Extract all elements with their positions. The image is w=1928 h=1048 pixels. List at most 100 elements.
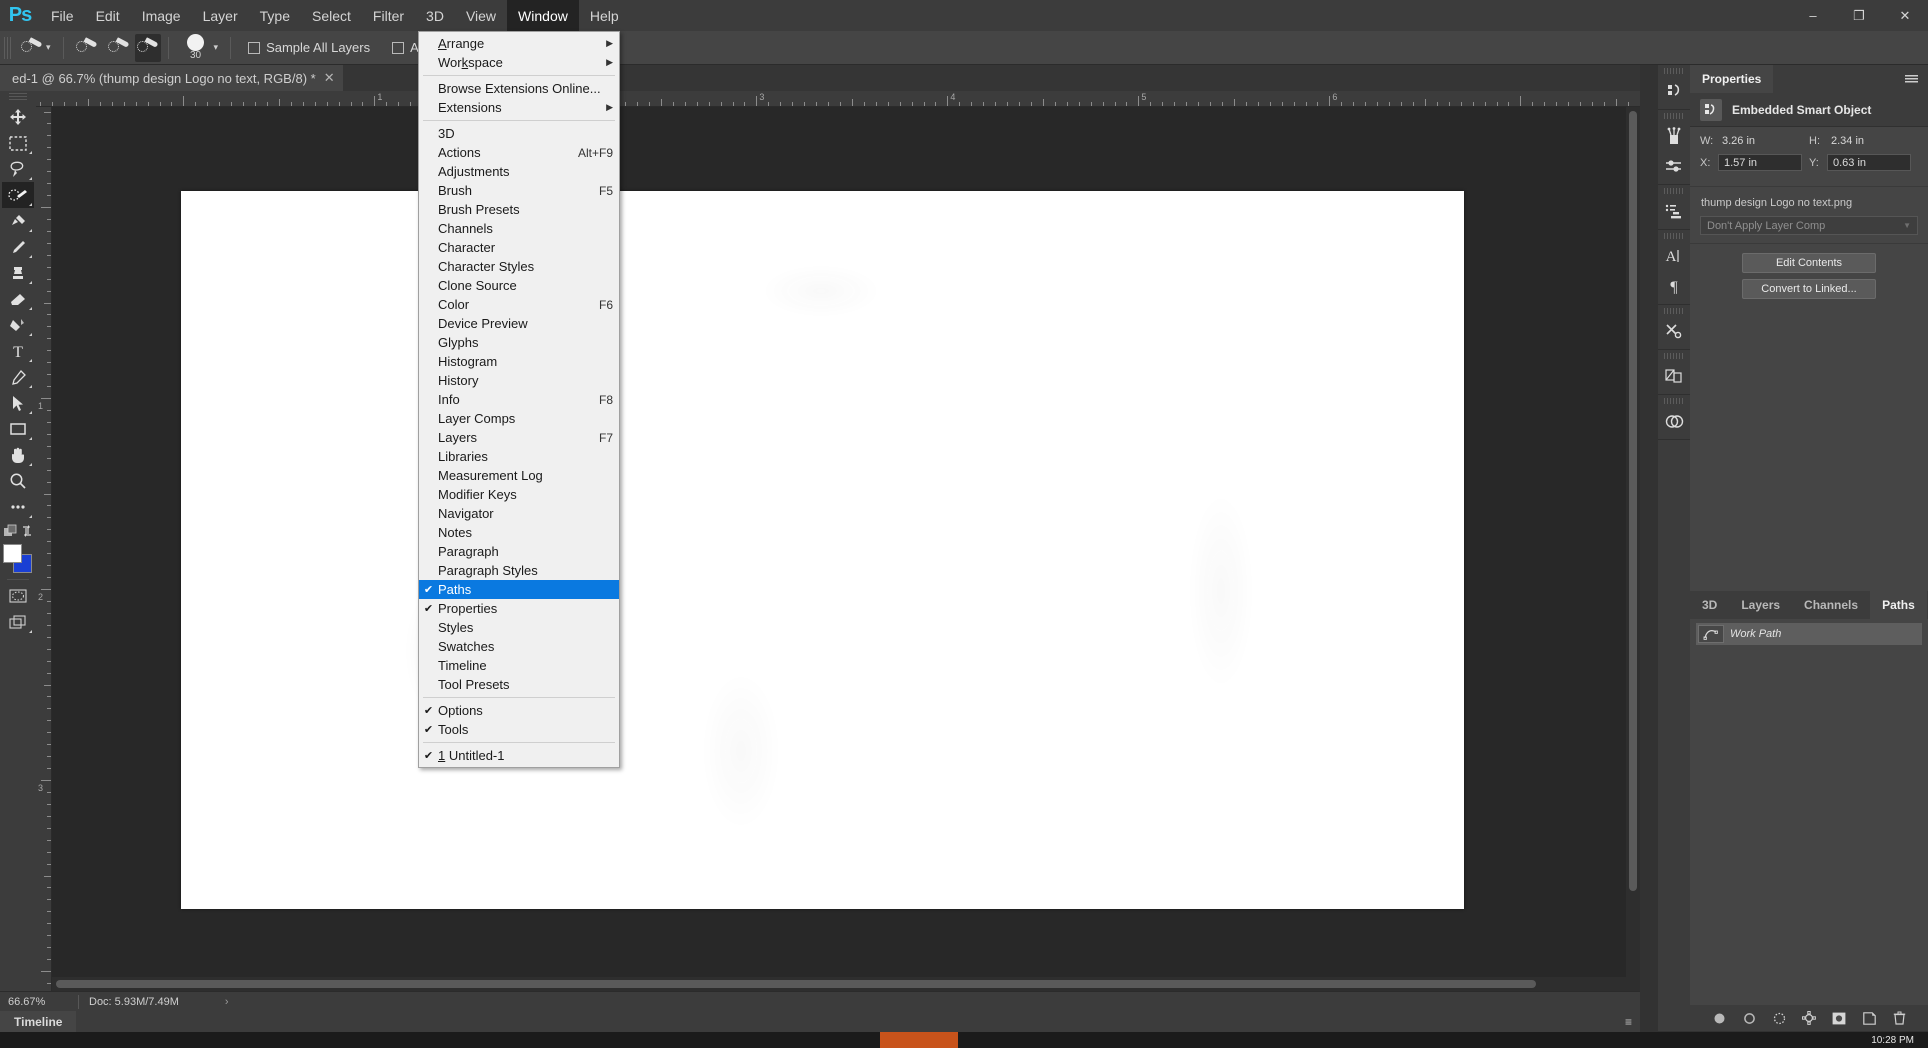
- menu-item-brush[interactable]: BrushF5: [419, 181, 619, 200]
- load-selection-icon[interactable]: [1771, 1010, 1787, 1026]
- menu-edit[interactable]: Edit: [85, 0, 131, 31]
- edit-toolbar-button[interactable]: [2, 494, 34, 520]
- menu-item-browse-extensions-online[interactable]: Browse Extensions Online...: [419, 79, 619, 98]
- canvas-vertical-scrollbar[interactable]: [1626, 107, 1640, 991]
- tools-panel-grip[interactable]: [9, 93, 27, 101]
- canvas-horizontal-scrollbar[interactable]: [52, 977, 1626, 991]
- subtract-from-selection-button[interactable]: [135, 34, 161, 62]
- gradient-tool[interactable]: [2, 312, 34, 338]
- tab-channels[interactable]: Channels: [1792, 591, 1870, 619]
- menu-item-tool-presets[interactable]: Tool Presets: [419, 675, 619, 694]
- menu-item-arrange[interactable]: Arrange▶: [419, 34, 619, 53]
- crop-tool[interactable]: [2, 208, 34, 234]
- color-swatches[interactable]: [2, 544, 34, 576]
- menu-select[interactable]: Select: [301, 0, 362, 31]
- panel-grip[interactable]: [1664, 233, 1684, 239]
- maximize-button[interactable]: ❐: [1836, 0, 1882, 31]
- zoom-tool[interactable]: [2, 468, 34, 494]
- taskbar-active-app[interactable]: [880, 1032, 958, 1048]
- status-expand-icon[interactable]: ›: [225, 996, 229, 1008]
- menu-help[interactable]: Help: [579, 0, 630, 31]
- panel-grip[interactable]: [1664, 398, 1684, 404]
- panel-grip[interactable]: [1664, 308, 1684, 314]
- menu-image[interactable]: Image: [131, 0, 192, 31]
- menu-type[interactable]: Type: [249, 0, 301, 31]
- timeline-menu-icon[interactable]: ≡: [1625, 1015, 1632, 1029]
- menu-item-options[interactable]: ✔Options: [419, 701, 619, 720]
- menu-item-adjustments[interactable]: Adjustments: [419, 162, 619, 181]
- menu-item-brush-presets[interactable]: Brush Presets: [419, 200, 619, 219]
- tab-properties[interactable]: Properties: [1690, 65, 1773, 93]
- menu-view[interactable]: View: [455, 0, 507, 31]
- tool-presets-icon[interactable]: [1658, 316, 1690, 346]
- menu-item-measurement-log[interactable]: Measurement Log: [419, 466, 619, 485]
- menu-item-modifier-keys[interactable]: Modifier Keys: [419, 485, 619, 504]
- scrollbar-thumb[interactable]: [1629, 111, 1637, 891]
- menu-item-timeline[interactable]: Timeline: [419, 656, 619, 675]
- menu-item-navigator[interactable]: Navigator: [419, 504, 619, 523]
- move-tool[interactable]: [2, 104, 34, 130]
- tool-preset-picker[interactable]: ▾: [16, 34, 56, 62]
- menu-item-history[interactable]: History: [419, 371, 619, 390]
- eraser-tool[interactable]: [2, 286, 34, 312]
- menu-item-character[interactable]: Character: [419, 238, 619, 257]
- menu-file[interactable]: File: [40, 0, 85, 31]
- menu-item-1-untitled-1[interactable]: ✔1 Untitled-1: [419, 746, 619, 765]
- menu-item-actions[interactable]: ActionsAlt+F9: [419, 143, 619, 162]
- histogram-icon[interactable]: [1658, 76, 1690, 106]
- panel-grip[interactable]: [1664, 353, 1684, 359]
- menu-item-styles[interactable]: Styles: [419, 618, 619, 637]
- brush-tool[interactable]: [2, 234, 34, 260]
- menu-item-channels[interactable]: Channels: [419, 219, 619, 238]
- tab-layers[interactable]: Layers: [1729, 591, 1792, 619]
- brushes-icon[interactable]: [1658, 121, 1690, 151]
- clone-stamp-tool[interactable]: [2, 260, 34, 286]
- edit-contents-button[interactable]: Edit Contents: [1742, 253, 1876, 273]
- clone-source-icon[interactable]: [1658, 196, 1690, 226]
- menu-item-swatches[interactable]: Swatches: [419, 637, 619, 656]
- tab-timeline[interactable]: Timeline: [0, 1011, 76, 1032]
- menu-item-layers[interactable]: LayersF7: [419, 428, 619, 447]
- paths-list-item[interactable]: Work Path: [1696, 623, 1922, 645]
- new-selection-button[interactable]: [71, 34, 103, 62]
- minimize-button[interactable]: –: [1790, 0, 1836, 31]
- adjustments-icon[interactable]: [1658, 151, 1690, 181]
- menu-item-glyphs[interactable]: Glyphs: [419, 333, 619, 352]
- panel-grip[interactable]: [1664, 68, 1684, 74]
- quick-mask-mode-button[interactable]: [2, 583, 34, 609]
- layer-comp-select[interactable]: Don't Apply Layer Comp ▼: [1700, 216, 1918, 235]
- menu-item-paths[interactable]: ✔Paths: [419, 580, 619, 599]
- panel-grip[interactable]: [1664, 113, 1684, 119]
- paragraph-icon[interactable]: ¶: [1658, 271, 1690, 301]
- menu-item-layer-comps[interactable]: Layer Comps: [419, 409, 619, 428]
- menu-item-paragraph-styles[interactable]: Paragraph Styles: [419, 561, 619, 580]
- menu-item-histogram[interactable]: Histogram: [419, 352, 619, 371]
- window-menu-dropdown[interactable]: Arrange▶Workspace▶ Browse Extensions Onli…: [418, 31, 620, 768]
- rectangle-tool[interactable]: [2, 416, 34, 442]
- screen-mode-button[interactable]: [2, 609, 34, 635]
- menu-3d[interactable]: 3D: [415, 0, 455, 31]
- menu-item-color[interactable]: ColorF6: [419, 295, 619, 314]
- menu-item-device-preview[interactable]: Device Preview: [419, 314, 619, 333]
- new-path-icon[interactable]: [1861, 1010, 1877, 1026]
- fill-path-icon[interactable]: [1711, 1010, 1727, 1026]
- canvas-area[interactable]: 123456 123: [36, 91, 1640, 991]
- convert-to-linked-button[interactable]: Convert to Linked...: [1742, 279, 1876, 299]
- quick-mask-and-swap-row[interactable]: [2, 520, 34, 542]
- make-work-path-icon[interactable]: [1801, 1010, 1817, 1026]
- path-selection-tool[interactable]: [2, 390, 34, 416]
- document-tab-close-icon[interactable]: ✕: [324, 70, 335, 86]
- vertical-ruler[interactable]: 123: [36, 107, 52, 991]
- menu-item-3d[interactable]: 3D: [419, 124, 619, 143]
- tab-3d[interactable]: 3D: [1690, 591, 1729, 619]
- menu-window[interactable]: Window: [507, 0, 579, 31]
- close-button[interactable]: ✕: [1882, 0, 1928, 31]
- foreground-color-swatch[interactable]: [3, 544, 22, 563]
- lasso-tool[interactable]: [2, 156, 34, 182]
- y-input[interactable]: 0.63 in: [1827, 154, 1911, 171]
- scrollbar-thumb[interactable]: [56, 980, 1536, 988]
- menu-item-notes[interactable]: Notes: [419, 523, 619, 542]
- options-bar-grip[interactable]: [4, 37, 13, 59]
- menu-item-workspace[interactable]: Workspace▶: [419, 53, 619, 72]
- menu-item-properties[interactable]: ✔Properties: [419, 599, 619, 618]
